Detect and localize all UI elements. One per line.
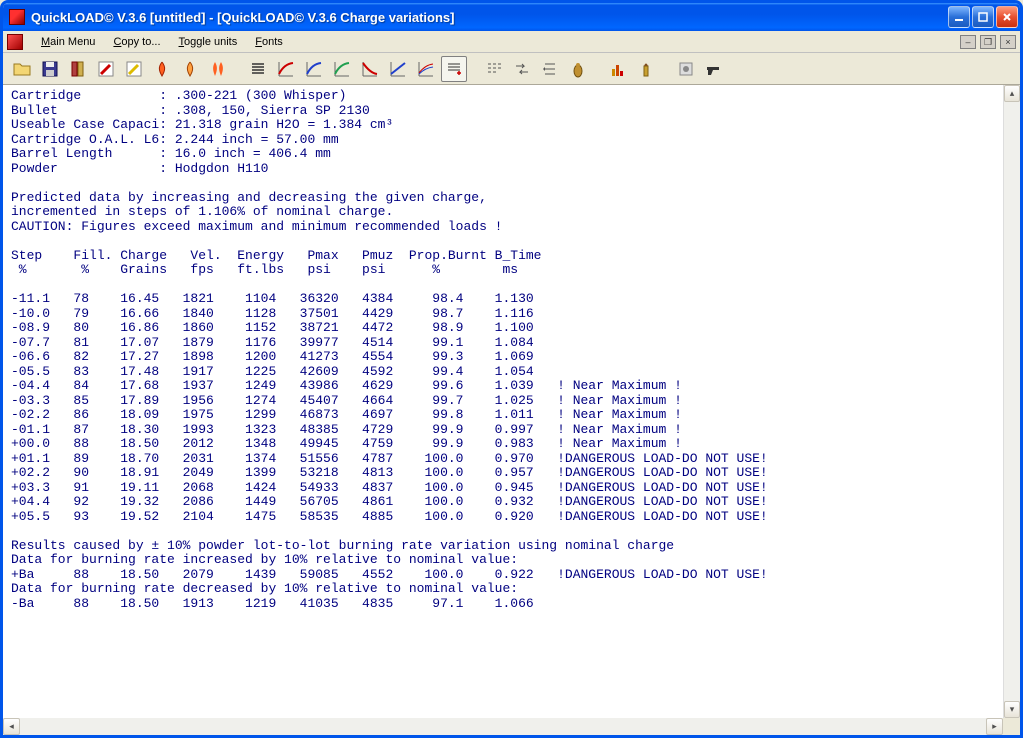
menu-copy[interactable]: Copy to... <box>105 34 168 50</box>
menu-app-icon <box>7 34 23 50</box>
titlebar[interactable]: QuickLOAD© V.3.6 [untitled] - [QuickLOAD… <box>3 3 1020 31</box>
chart-blue2-button[interactable] <box>385 56 411 82</box>
fire-button-3[interactable] <box>205 56 231 82</box>
chart-red-button[interactable] <box>273 56 299 82</box>
open-file-button[interactable] <box>9 56 35 82</box>
app-icon <box>9 9 25 25</box>
scroll-down-button[interactable]: ▾ <box>1004 701 1020 718</box>
bar-chart-button[interactable] <box>605 56 631 82</box>
horizontal-scrollbar[interactable]: ◂ ▸ <box>3 718 1003 735</box>
edit-yellow-button[interactable] <box>121 56 147 82</box>
output-text[interactable]: Cartridge : .300-221 (300 Whisper) Bulle… <box>3 85 1003 718</box>
menubar: Main Menu Copy to... Toggle units Fonts … <box>3 31 1020 53</box>
maximize-button[interactable] <box>972 6 994 28</box>
menu-toggle[interactable]: Toggle units <box>171 34 246 50</box>
mdi-minimize-button[interactable]: – <box>960 35 976 49</box>
dotted-list-button[interactable] <box>481 56 507 82</box>
transfer-button[interactable] <box>509 56 535 82</box>
app-window: QuickLOAD© V.3.6 [untitled] - [QuickLOAD… <box>0 0 1023 738</box>
window-title: QuickLOAD© V.3.6 [untitled] - [QuickLOAD… <box>31 10 948 25</box>
toolbar <box>3 53 1020 85</box>
mdi-restore-button[interactable]: ❐ <box>980 35 996 49</box>
scroll-right-button[interactable]: ▸ <box>986 718 1003 735</box>
scroll-up-button[interactable]: ▴ <box>1004 85 1020 102</box>
content-area: Cartridge : .300-221 (300 Whisper) Bulle… <box>3 85 1020 735</box>
book-button[interactable] <box>65 56 91 82</box>
list-button[interactable] <box>245 56 271 82</box>
transfer2-button[interactable] <box>537 56 563 82</box>
chart-multi-button[interactable] <box>413 56 439 82</box>
fire-button-2[interactable] <box>177 56 203 82</box>
gun-button[interactable] <box>701 56 727 82</box>
minimize-button[interactable] <box>948 6 970 28</box>
settings-button[interactable] <box>673 56 699 82</box>
fire-button-1[interactable] <box>149 56 175 82</box>
menu-main[interactable]: Main Menu <box>33 34 103 50</box>
mdi-close-button[interactable]: × <box>1000 35 1016 49</box>
save-file-button[interactable] <box>37 56 63 82</box>
chart-blue-button[interactable] <box>301 56 327 82</box>
list-plus-button[interactable] <box>441 56 467 82</box>
bullet-icon-button[interactable] <box>565 56 591 82</box>
edit-red-button[interactable] <box>93 56 119 82</box>
chart-green-button[interactable] <box>329 56 355 82</box>
scroll-track-h[interactable] <box>20 718 986 735</box>
scroll-track-v[interactable] <box>1004 102 1020 701</box>
scroll-left-button[interactable]: ◂ <box>3 718 20 735</box>
vertical-scrollbar[interactable]: ▴ ▾ <box>1003 85 1020 718</box>
menu-fonts[interactable]: Fonts <box>247 34 291 50</box>
close-button[interactable] <box>996 6 1018 28</box>
cartridge-button[interactable] <box>633 56 659 82</box>
chart-red2-button[interactable] <box>357 56 383 82</box>
scroll-corner <box>1003 718 1020 735</box>
